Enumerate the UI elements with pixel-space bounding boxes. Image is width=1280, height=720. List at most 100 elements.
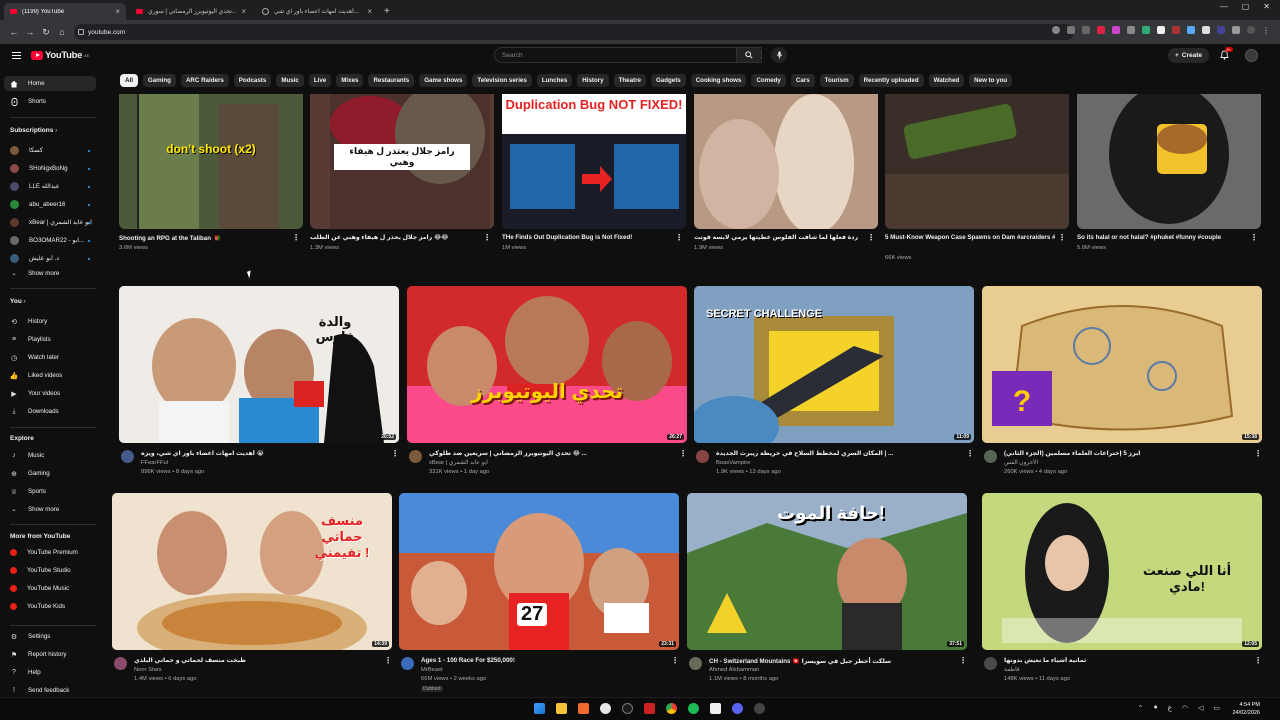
channel-name[interactable]: BoasVampire bbox=[716, 460, 750, 466]
windows-start-icon[interactable] bbox=[534, 703, 545, 714]
channel-name[interactable]: الأحرون القس bbox=[1004, 460, 1038, 466]
filter-chip[interactable]: Recently uploaded bbox=[858, 74, 924, 87]
filter-chip[interactable]: History bbox=[577, 74, 609, 87]
filter-chip[interactable]: Cooking shows bbox=[690, 74, 747, 87]
bookmark-icon[interactable] bbox=[1082, 26, 1090, 34]
home-icon[interactable]: ⌂ bbox=[54, 27, 70, 37]
video-title[interactable]: Shooting an RPG at the Taliban 🇦🇫 bbox=[119, 234, 289, 242]
video-title[interactable]: ابرز 5 إختراعات العلماء مسلمين (الجزء ال… bbox=[1004, 450, 1244, 457]
video-card[interactable]: أنا اللي صنعت مادي! 12:05 ثمانية أشياء ما … bbox=[982, 493, 1262, 700]
sidebar-item-youtube-premium[interactable]: YouTube Premium bbox=[4, 545, 96, 560]
more-options-icon[interactable]: ⋮ bbox=[1254, 656, 1262, 665]
close-window-icon[interactable]: ✕ bbox=[1263, 2, 1270, 11]
back-arrow-icon[interactable]: ← bbox=[6, 27, 22, 37]
subscription-item[interactable]: SHoNgxBoNg bbox=[4, 161, 96, 176]
forward-arrow-icon[interactable]: → bbox=[22, 27, 38, 37]
browser-tab-other[interactable]: أهديت امهات اعضاء باور اي شي... × bbox=[256, 3, 378, 20]
video-card[interactable]: ? 15:38 ابرز 5 إختراعات العلماء مسلمين (ال… bbox=[982, 286, 1262, 493]
tab-close-icon[interactable]: × bbox=[241, 7, 246, 16]
sidebar-item-liked-videos[interactable]: 👍 Liked videos bbox=[4, 368, 96, 383]
video-title[interactable]: Ages 1 - 100 Race For $250,000! bbox=[421, 657, 661, 664]
filter-chip[interactable]: Television series bbox=[472, 74, 532, 87]
you-heading[interactable]: You › bbox=[10, 298, 26, 305]
more-options-icon[interactable]: ⋮ bbox=[384, 656, 392, 665]
address-bar[interactable]: youtube.com bbox=[74, 24, 1074, 40]
sidebar-item-home[interactable]: Home bbox=[4, 76, 96, 91]
subscription-item[interactable]: د. أبو عليش bbox=[4, 251, 96, 266]
shorts-thumbnail[interactable]: Duplication Bug NOT FIXED! bbox=[502, 94, 686, 229]
filter-chip[interactable]: New to you bbox=[969, 74, 1013, 87]
video-title[interactable]: طبخت منسف لحماتي و حماتي البلدي bbox=[134, 657, 374, 664]
filter-chip[interactable]: All bbox=[120, 74, 138, 87]
sidebar-item-youtube-studio[interactable]: YouTube Studio bbox=[4, 563, 96, 578]
maximize-icon[interactable]: ▢ bbox=[1242, 2, 1250, 11]
filter-chip[interactable]: Gaming bbox=[142, 74, 176, 87]
subscription-item[interactable]: abu_abeer16 bbox=[4, 197, 96, 212]
extension-icon[interactable] bbox=[1112, 26, 1120, 34]
sidebar-item-gaming[interactable]: ⊕ Gaming bbox=[4, 466, 96, 481]
shorts-thumbnail[interactable] bbox=[1077, 94, 1261, 229]
channel-avatar[interactable] bbox=[114, 657, 127, 670]
subscription-item[interactable]: LLE عبدالله bbox=[4, 179, 96, 194]
spotify-icon[interactable] bbox=[688, 703, 699, 714]
cast-icon[interactable] bbox=[1067, 26, 1075, 34]
channel-avatar[interactable] bbox=[984, 657, 997, 670]
sidebar-item-downloads[interactable]: ⤓ Downloads bbox=[4, 404, 96, 419]
youtube-logo[interactable]: YouTube AE bbox=[31, 50, 89, 61]
extension-icon[interactable] bbox=[1187, 26, 1195, 34]
channel-name[interactable]: MrBeast bbox=[421, 667, 443, 673]
more-options-icon[interactable]: ⋮ bbox=[292, 233, 300, 242]
brave-icon[interactable] bbox=[578, 703, 589, 714]
more-options-icon[interactable]: ⋮ bbox=[679, 449, 687, 458]
more-options-icon[interactable]: ⋮ bbox=[671, 656, 679, 665]
video-thumbnail[interactable]: منسف حماتي تفيمني ! 14:39 bbox=[112, 493, 392, 650]
subscription-item[interactable]: xBear | ابو عابد الشمري bbox=[4, 215, 96, 230]
video-title[interactable]: رامز جلال يحذر ل هيفاء وهبي عن الطلب 😂😂 bbox=[310, 234, 480, 241]
discord-icon[interactable] bbox=[732, 703, 743, 714]
browser-tab-video[interactable]: تحدي اليوتيوبرز الرمضاني | سوري... × bbox=[130, 3, 252, 20]
extension-icon[interactable] bbox=[1157, 26, 1165, 34]
filter-chip[interactable]: Podcasts bbox=[233, 74, 272, 87]
filter-chip[interactable]: Game shows bbox=[419, 74, 468, 87]
filter-chip[interactable]: Restaurants bbox=[368, 74, 415, 87]
more-options-icon[interactable]: ⋮ bbox=[483, 233, 491, 242]
channel-name[interactable]: Noor Stars bbox=[134, 667, 162, 673]
extensions-puzzle-icon[interactable] bbox=[1232, 26, 1240, 34]
site-info-icon[interactable] bbox=[78, 29, 84, 35]
more-options-icon[interactable]: ⋮ bbox=[1058, 233, 1066, 242]
video-thumbnail[interactable]: والدة فارس 20:52 bbox=[119, 286, 399, 443]
sidebar-item-send-feedback[interactable]: ! Send feedback bbox=[4, 683, 96, 698]
app-icon[interactable] bbox=[622, 703, 633, 714]
channel-avatar[interactable] bbox=[409, 450, 422, 463]
filter-chip[interactable]: Tourism bbox=[819, 74, 854, 87]
sidebar-item-shorts[interactable]: Shorts bbox=[4, 94, 96, 109]
chevron-up-icon[interactable]: ⌃ bbox=[1138, 704, 1144, 712]
shorts-card[interactable]: So its halal or not halal? #phuket #funn… bbox=[1077, 94, 1261, 264]
channel-avatar[interactable] bbox=[121, 450, 134, 463]
channel-avatar[interactable] bbox=[984, 450, 997, 463]
app-tray-icon[interactable]: ● bbox=[1153, 704, 1157, 712]
account-avatar[interactable] bbox=[1245, 49, 1258, 62]
sidebar-item-music[interactable]: ♪ Music bbox=[4, 448, 96, 463]
video-thumbnail[interactable]: ? 15:38 bbox=[982, 286, 1262, 443]
video-title[interactable]: CH - Switzerland Mountains 🇨🇭 سلكت أخطر … bbox=[709, 657, 949, 665]
video-title[interactable]: 5 Must-Know Weapon Case Spawns on Dam #a… bbox=[885, 234, 1055, 241]
shorts-thumbnail[interactable]: رامز جلال يعتذر ل هيفاء وهبي bbox=[310, 94, 494, 229]
sidebar-item-report-history[interactable]: ⚑ Report history bbox=[4, 647, 96, 662]
show-more-subscriptions[interactable]: ⌄ Show more bbox=[4, 266, 96, 281]
tab-close-icon[interactable]: × bbox=[115, 7, 120, 16]
video-thumbnail[interactable]: 27 23:31 bbox=[399, 493, 679, 650]
browser-tab-youtube[interactable]: (1199) YouTube × bbox=[4, 3, 126, 20]
explore-show-more[interactable]: ⌄ Show more bbox=[4, 502, 96, 517]
video-thumbnail[interactable]: حافة الموت! 37:51 bbox=[687, 493, 967, 650]
search-button[interactable] bbox=[736, 47, 762, 63]
wifi-icon[interactable]: ◠ bbox=[1182, 704, 1188, 712]
speaker-icon[interactable]: ◁ bbox=[1198, 704, 1203, 712]
shorts-card[interactable]: ردة فعلها لما شافت الفلوس عطيتها يرمي لا… bbox=[694, 94, 878, 264]
sidebar-item-playlists[interactable]: ≡ Playlists bbox=[4, 332, 96, 347]
video-title[interactable]: So its halal or not halal? #phuket #funn… bbox=[1077, 234, 1247, 241]
chrome-icon[interactable] bbox=[666, 703, 677, 714]
sidebar-item-sports[interactable]: ♕ Sports bbox=[4, 484, 96, 499]
video-title[interactable]: THe Finds Out Duplication Bug is Not Fix… bbox=[502, 234, 672, 241]
channel-name[interactable]: xBear | ابو عابد الشمري bbox=[429, 460, 488, 466]
